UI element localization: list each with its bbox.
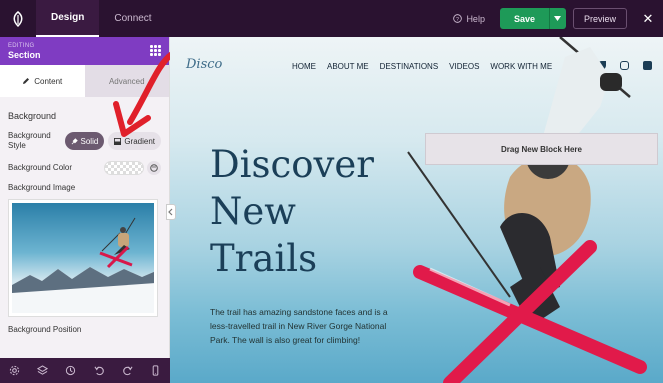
tab-content[interactable]: Content: [0, 65, 85, 97]
chevron-down-icon: [554, 16, 562, 21]
page-canvas[interactable]: Disco HOME ABOUT ME DESTINATIONS VIDEOS …: [170, 37, 663, 383]
skier-hero-image: [407, 37, 647, 383]
color-swatch[interactable]: [104, 161, 144, 175]
hero-line: New: [210, 190, 296, 233]
background-image-label: Background Image: [8, 183, 76, 192]
gradient-icon: [114, 137, 122, 145]
save-button-group: Save: [499, 8, 566, 29]
help-link[interactable]: ? Help: [453, 14, 485, 24]
layers-icon[interactable]: [36, 365, 48, 376]
hero-line: Trails: [210, 237, 318, 280]
site-logo[interactable]: Disco: [186, 57, 222, 72]
tab-design[interactable]: Design: [36, 0, 100, 37]
hero-line: Discover: [210, 143, 374, 186]
save-button[interactable]: Save: [500, 8, 549, 29]
background-position-label: Background Position: [8, 325, 82, 334]
solid-button[interactable]: Solid: [64, 132, 105, 150]
svg-text:?: ?: [456, 17, 459, 23]
palette-icon[interactable]: [147, 161, 161, 175]
top-bar: Design Connect ? Help Save Preview ✕: [0, 0, 663, 37]
tab-connect[interactable]: Connect: [99, 0, 166, 37]
sidebar-footer: [0, 358, 170, 383]
skier-thumbnail-image: [12, 203, 154, 313]
pencil-icon: [23, 78, 30, 84]
eyedropper-icon: [71, 137, 78, 144]
preview-button[interactable]: Preview: [572, 8, 627, 29]
background-image-preview[interactable]: [8, 199, 158, 317]
undo-icon[interactable]: [94, 365, 105, 376]
nav-home[interactable]: HOME: [292, 62, 316, 71]
drag-new-block-dropzone[interactable]: Drag New Block Here: [425, 133, 658, 165]
help-icon: ?: [453, 14, 463, 23]
chevron-left-icon: [168, 208, 173, 216]
save-options-button[interactable]: [548, 8, 566, 29]
tab-content-label: Content: [34, 76, 63, 86]
background-style-label: Background Style: [8, 131, 51, 150]
settings-icon[interactable]: [9, 365, 20, 376]
hero-heading[interactable]: Discover New Trails: [210, 141, 374, 282]
seedprod-logo-icon[interactable]: [0, 0, 36, 37]
sidebar-collapse-handle[interactable]: [166, 204, 176, 220]
history-icon[interactable]: [65, 365, 76, 376]
background-color-label: Background Color: [8, 163, 73, 172]
help-label: Help: [466, 13, 485, 24]
mobile-preview-icon[interactable]: [150, 365, 161, 376]
nav-about[interactable]: ABOUT ME: [327, 62, 369, 71]
background-color-picker[interactable]: [104, 161, 161, 175]
hero-paragraph[interactable]: The trail has amazing sandstone faces an…: [210, 305, 406, 347]
solid-label: Solid: [80, 136, 99, 146]
redo-icon[interactable]: [122, 365, 133, 376]
close-icon[interactable]: ✕: [637, 11, 659, 27]
